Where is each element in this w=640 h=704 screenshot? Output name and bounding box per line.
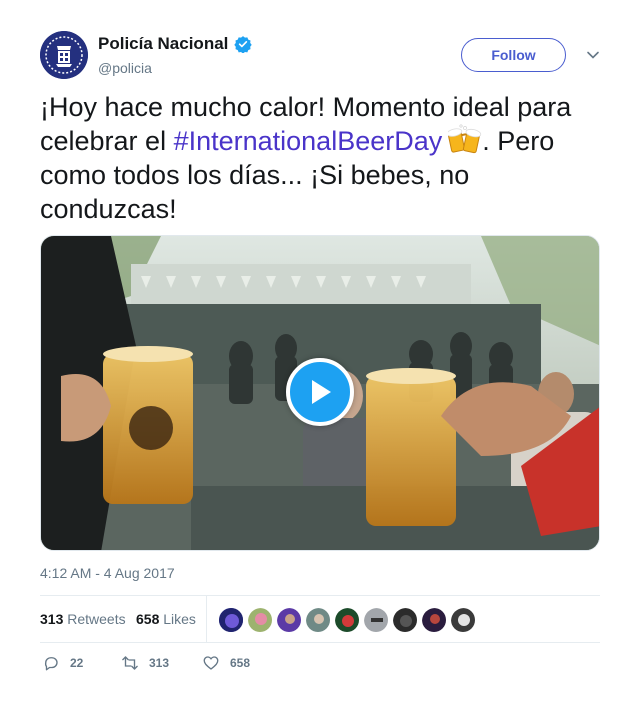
liker-avatar[interactable]: [247, 607, 273, 633]
retweet-icon: [122, 656, 138, 670]
hashtag-link[interactable]: #InternationalBeerDay: [174, 126, 443, 156]
liker-avatar[interactable]: [218, 607, 244, 633]
retweets-stat-label: Retweets: [67, 611, 126, 627]
user-name-block[interactable]: Policía Nacional @policia: [98, 34, 253, 76]
retweet-count: 313: [149, 656, 170, 670]
user-handle[interactable]: @policia: [98, 60, 252, 76]
likes-stat-count: 658: [136, 611, 160, 627]
play-icon: [312, 380, 331, 404]
police-badge-icon: [40, 31, 88, 79]
tweet-actions: 22 313 658: [40, 654, 600, 674]
liker-avatar[interactable]: [334, 607, 360, 633]
liker-avatar[interactable]: [392, 607, 418, 633]
follow-button[interactable]: Follow: [461, 38, 566, 72]
retweets-stat-count: 313: [40, 611, 64, 627]
retweet-action[interactable]: 313: [121, 654, 169, 672]
tweet-timestamp[interactable]: 4:12 AM - 4 Aug 2017: [40, 565, 175, 581]
display-name-text: Policía Nacional: [98, 34, 229, 53]
liker-avatar[interactable]: [276, 607, 302, 633]
liker-avatar[interactable]: [421, 607, 447, 633]
reply-icon: [44, 657, 58, 671]
play-button[interactable]: [286, 358, 354, 426]
video-player[interactable]: [40, 235, 600, 551]
like-action[interactable]: 658: [202, 654, 250, 672]
liker-avatar[interactable]: [363, 607, 389, 633]
like-count: 658: [230, 656, 251, 670]
retweets-stat[interactable]: 313 Retweets: [40, 611, 126, 627]
likes-stat-label: Likes: [163, 611, 196, 627]
beer-mugs-icon: [448, 124, 482, 154]
tweet-text: ¡Hoy hace mucho calor! Momento ideal par…: [40, 90, 600, 226]
stats-divider: [206, 596, 207, 642]
heart-icon: [203, 656, 219, 670]
liker-avatar[interactable]: [450, 607, 476, 633]
avatar[interactable]: [40, 31, 88, 79]
reply-action[interactable]: 22: [42, 654, 83, 672]
likes-stat[interactable]: 658 Likes: [136, 611, 196, 627]
liker-avatar[interactable]: [305, 607, 331, 633]
liker-avatars: [218, 607, 476, 633]
chevron-down-icon[interactable]: [585, 47, 601, 63]
display-name[interactable]: Policía Nacional: [98, 34, 253, 54]
tweet-stats: 313 Retweets 658 Likes: [40, 595, 600, 643]
verified-badge-icon: [234, 36, 253, 53]
reply-count: 22: [70, 656, 84, 670]
tweet-header: Policía Nacional @policia Follow: [40, 31, 600, 81]
